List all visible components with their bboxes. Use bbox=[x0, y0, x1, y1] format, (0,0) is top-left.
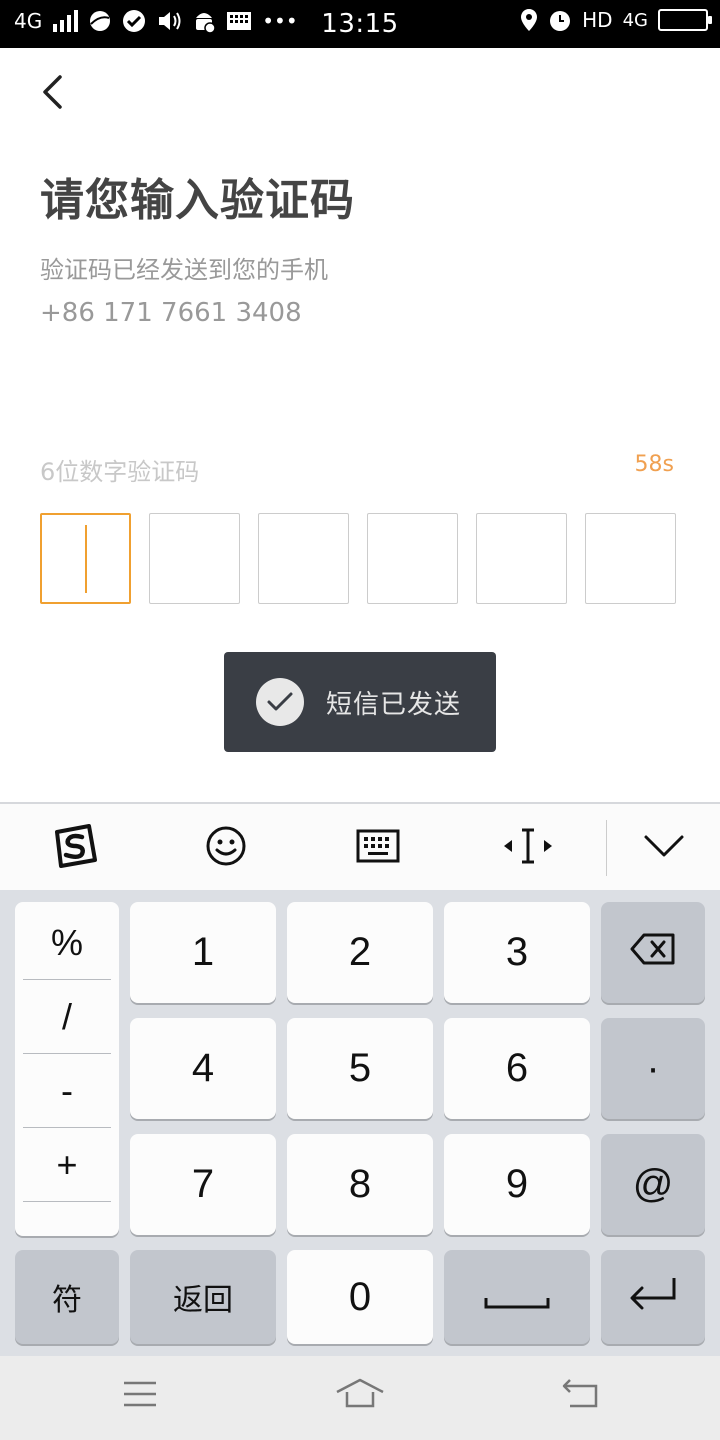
chevron-down-icon bbox=[643, 834, 685, 862]
space-button[interactable] bbox=[444, 1250, 590, 1344]
backspace-icon bbox=[630, 930, 676, 975]
key-dot[interactable]: · bbox=[601, 1018, 705, 1119]
toast-text: 短信已发送 bbox=[326, 689, 462, 720]
key-0[interactable]: 0 bbox=[287, 1250, 433, 1344]
back-arrow-icon bbox=[560, 1378, 600, 1414]
code-digit-box[interactable] bbox=[258, 513, 349, 604]
code-input-boxes bbox=[40, 513, 676, 604]
location-icon bbox=[520, 8, 538, 32]
phone-number: +86 171 7661 3408 bbox=[40, 298, 302, 328]
status-right: HD 4G bbox=[520, 8, 712, 32]
home-icon bbox=[335, 1378, 385, 1414]
code-digit-box[interactable] bbox=[367, 513, 458, 604]
symbol-column: % / - + bbox=[15, 902, 119, 1236]
sogou-logo-button[interactable] bbox=[48, 822, 100, 874]
numeric-keyboard: % / - + 1 2 3 4 5 6 · 7 8 9 @ 符 返回 0 bbox=[0, 890, 720, 1356]
back-mode-button[interactable]: 返回 bbox=[130, 1250, 276, 1344]
key-4[interactable]: 4 bbox=[130, 1018, 276, 1119]
resend-countdown: 58s bbox=[634, 452, 674, 477]
toolbar-divider bbox=[606, 820, 607, 876]
description-text: 验证码已经发送到您的手机 bbox=[40, 256, 328, 284]
page-title: 请您输入验证码 bbox=[40, 175, 355, 226]
key-1[interactable]: 1 bbox=[130, 902, 276, 1003]
symbol-key-percent[interactable]: % bbox=[23, 906, 111, 980]
network-right-label: 4G bbox=[622, 9, 648, 31]
key-7[interactable]: 7 bbox=[130, 1134, 276, 1235]
key-at[interactable]: @ bbox=[601, 1134, 705, 1235]
menu-button[interactable] bbox=[116, 1376, 164, 1416]
enter-icon bbox=[628, 1275, 678, 1320]
smiley-icon bbox=[205, 825, 247, 871]
cursor-move-button[interactable] bbox=[502, 822, 554, 874]
text-cursor bbox=[85, 525, 87, 593]
navigation-bar bbox=[0, 1356, 720, 1440]
symbol-key-minus[interactable]: - bbox=[23, 1054, 111, 1128]
keyboard-switch-button[interactable] bbox=[352, 822, 404, 874]
key-9[interactable]: 9 bbox=[444, 1134, 590, 1235]
hide-keyboard-button[interactable] bbox=[638, 822, 690, 874]
code-digit-box[interactable] bbox=[149, 513, 240, 604]
symbol-key-plus[interactable]: + bbox=[23, 1128, 111, 1202]
back-nav-button[interactable] bbox=[556, 1376, 604, 1416]
emoji-button[interactable] bbox=[200, 822, 252, 874]
keyboard-toolbar bbox=[0, 802, 720, 890]
enter-button[interactable] bbox=[601, 1250, 705, 1344]
key-8[interactable]: 8 bbox=[287, 1134, 433, 1235]
chevron-left-icon bbox=[40, 74, 64, 114]
menu-icon bbox=[122, 1380, 158, 1412]
check-icon bbox=[256, 678, 304, 726]
symbol-key-slash[interactable]: / bbox=[23, 980, 111, 1054]
status-bar: 4G ••• 13:15 HD 4G bbox=[0, 0, 720, 48]
key-2[interactable]: 2 bbox=[287, 902, 433, 1003]
key-6[interactable]: 6 bbox=[444, 1018, 590, 1119]
code-digit-box[interactable] bbox=[40, 513, 131, 604]
sogou-logo-icon bbox=[51, 824, 97, 872]
code-digit-box[interactable] bbox=[476, 513, 567, 604]
code-input-label: 6位数字验证码 bbox=[40, 458, 200, 486]
space-bar-icon bbox=[484, 1275, 550, 1320]
symbol-mode-button[interactable]: 符 bbox=[15, 1250, 119, 1344]
battery-icon bbox=[658, 9, 712, 31]
back-button[interactable] bbox=[30, 72, 74, 116]
code-digit-box[interactable] bbox=[585, 513, 676, 604]
backspace-button[interactable] bbox=[601, 902, 705, 1003]
hd-label: HD bbox=[582, 8, 613, 32]
toast-message: 短信已发送 bbox=[224, 652, 496, 752]
text-cursor-arrows-icon bbox=[502, 826, 554, 870]
key-3[interactable]: 3 bbox=[444, 902, 590, 1003]
home-button[interactable] bbox=[336, 1376, 384, 1416]
key-5[interactable]: 5 bbox=[287, 1018, 433, 1119]
keyboard-icon bbox=[356, 829, 400, 867]
alarm-icon bbox=[548, 8, 572, 32]
